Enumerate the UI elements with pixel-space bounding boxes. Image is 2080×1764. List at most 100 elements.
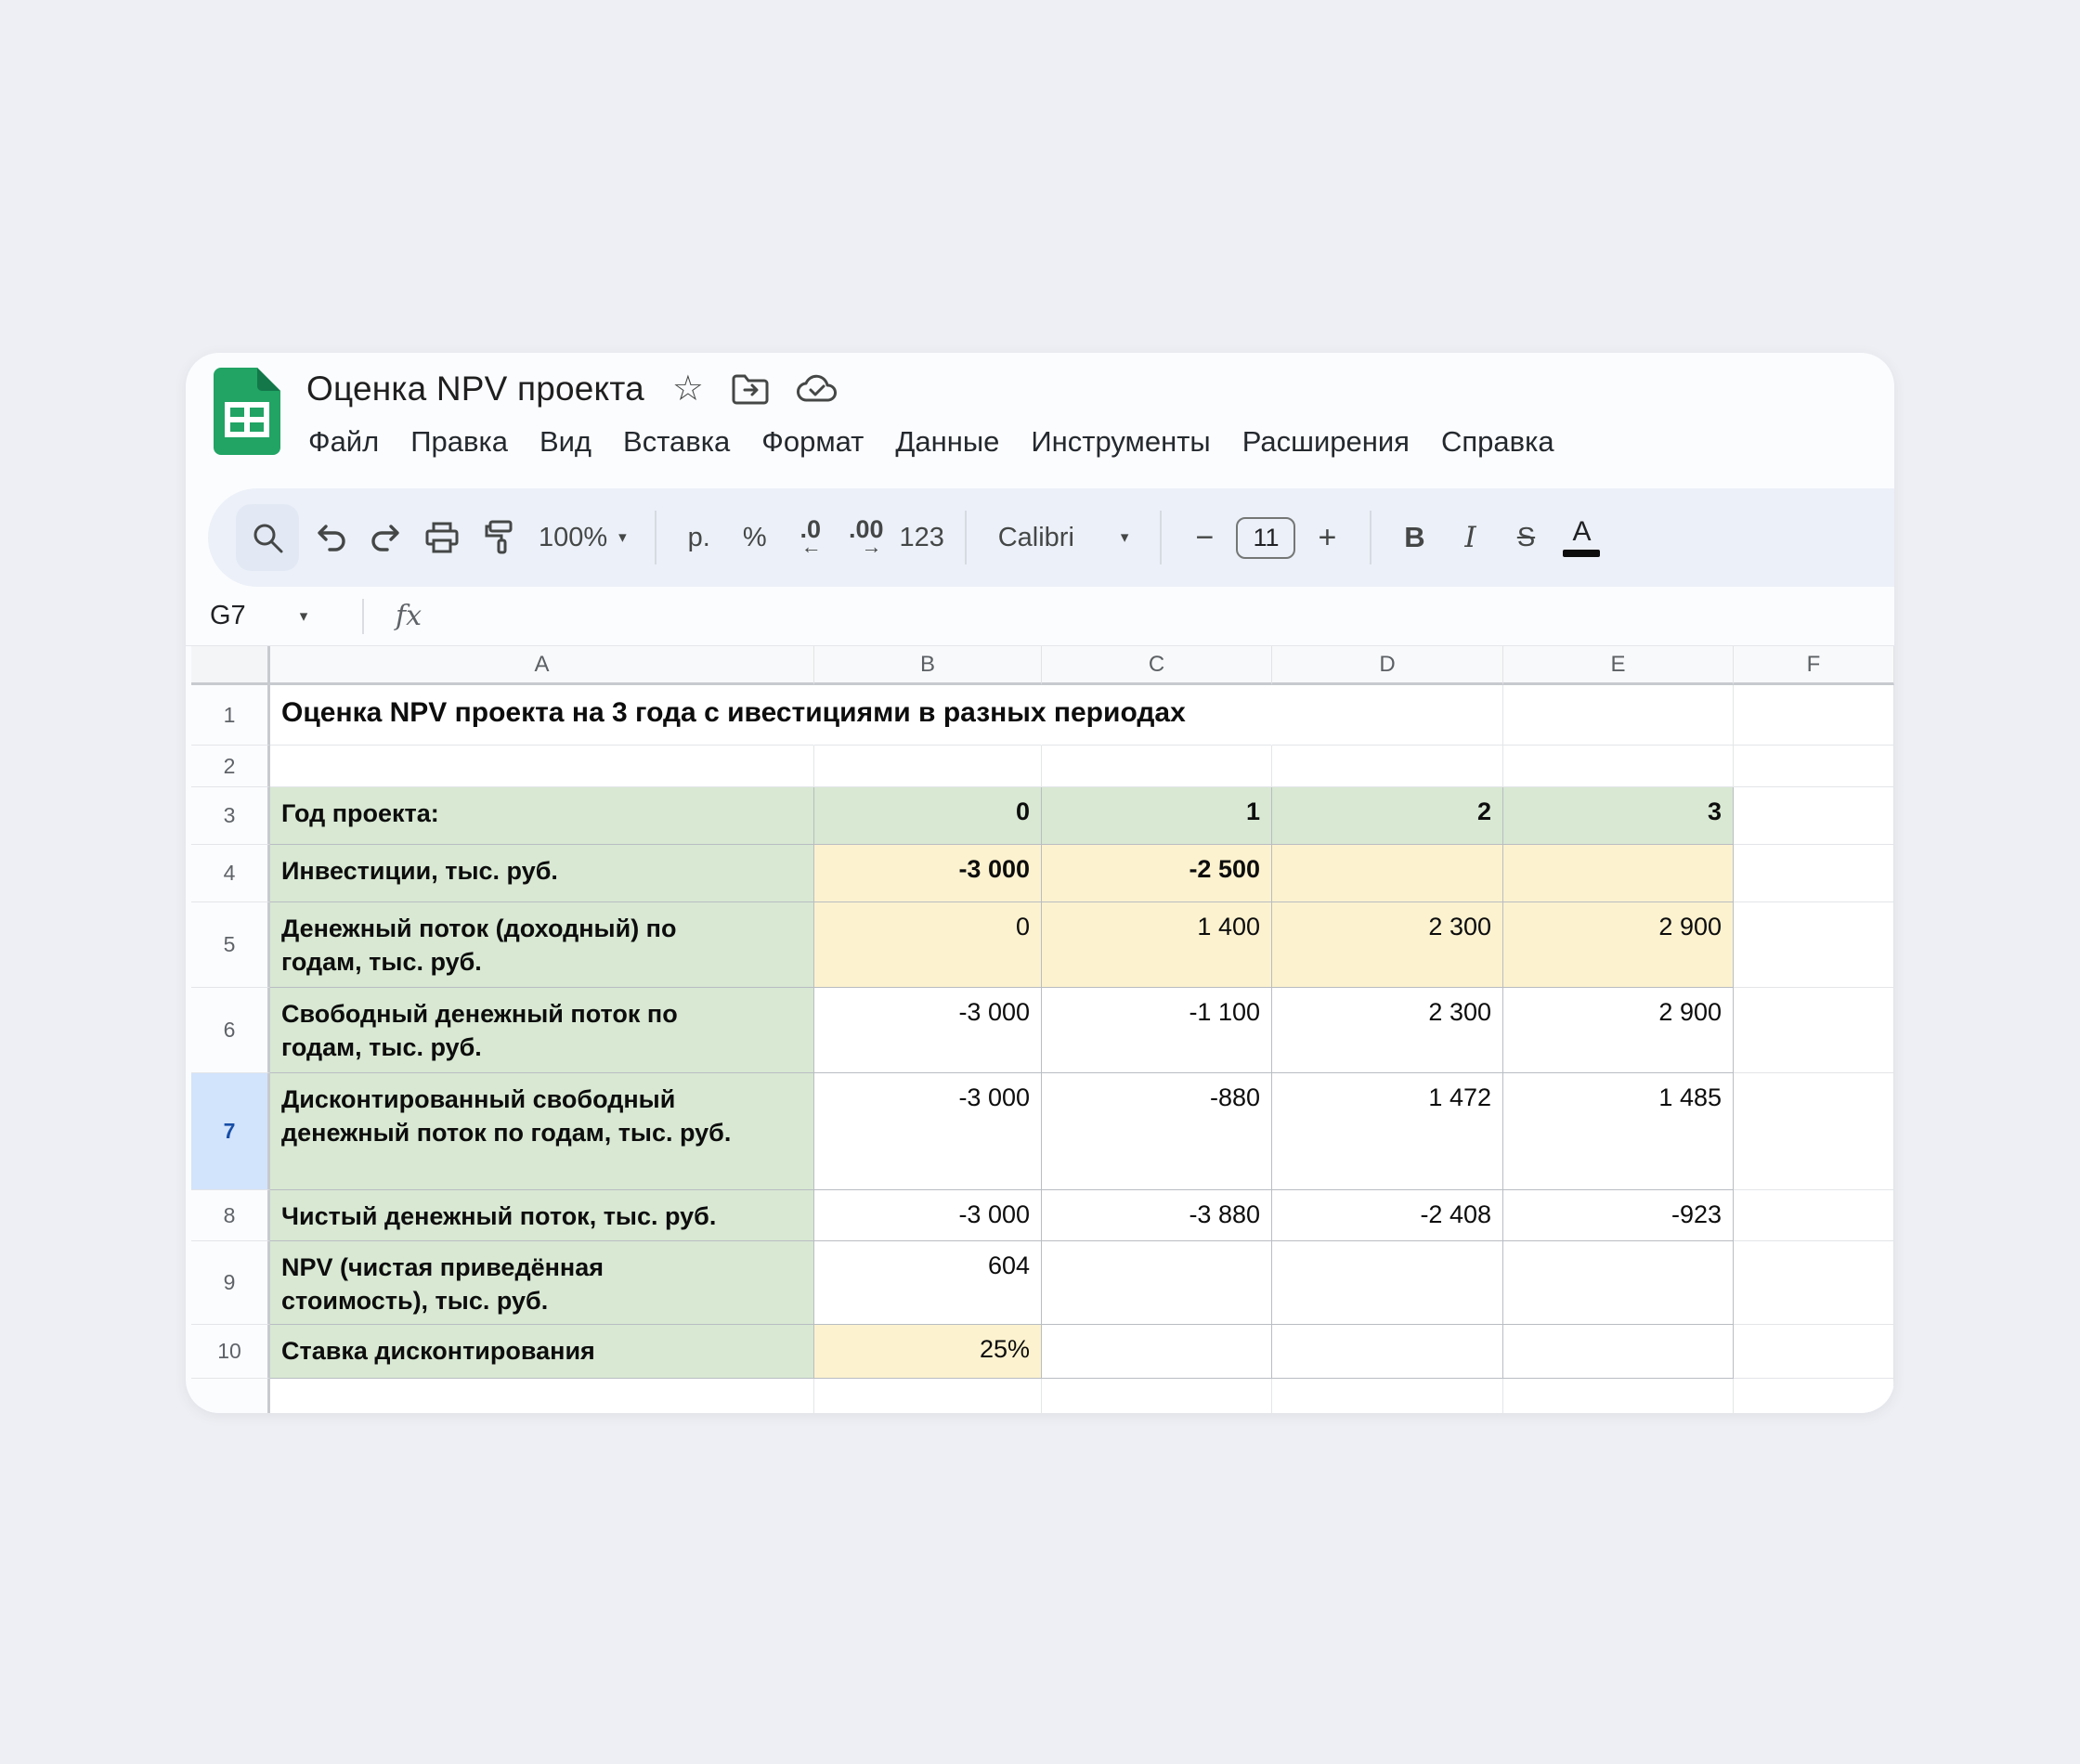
cell-D5[interactable]: 2 300 (1272, 902, 1503, 988)
cell-C7[interactable]: -880 (1042, 1073, 1272, 1190)
cell-A3[interactable]: Год проекта: (270, 787, 814, 845)
cell-D9[interactable] (1272, 1241, 1503, 1325)
decrease-decimal-button[interactable]: .0 ← (786, 504, 835, 571)
increase-font-size-button[interactable]: + (1303, 504, 1351, 571)
font-select[interactable]: Calibri ▾ (985, 504, 1142, 571)
cell-E6[interactable]: 2 900 (1503, 988, 1734, 1073)
text-color-button[interactable]: A (1557, 504, 1606, 571)
cell-C3[interactable]: 1 (1042, 787, 1272, 845)
cell-B5[interactable]: 0 (814, 902, 1042, 988)
cell-F6[interactable] (1734, 988, 1894, 1073)
menu-file[interactable]: Файл (308, 425, 379, 459)
cell-C11[interactable] (1042, 1379, 1272, 1413)
cell-F4[interactable] (1734, 845, 1894, 902)
row-header-10[interactable]: 10 (191, 1325, 270, 1379)
cell-F2[interactable] (1734, 746, 1894, 787)
cell-A5[interactable]: Денежный поток (доходный) по годам, тыс.… (270, 902, 814, 988)
column-header-B[interactable]: B (814, 646, 1042, 685)
column-header-E[interactable]: E (1503, 646, 1734, 685)
cell-A6[interactable]: Свободный денежный поток по годам, тыс. … (270, 988, 814, 1073)
menu-edit[interactable]: Правка (410, 425, 508, 459)
cell-B9[interactable]: 604 (814, 1241, 1042, 1325)
select-all-corner[interactable] (191, 646, 270, 685)
print-icon[interactable] (418, 504, 466, 571)
cell-A10[interactable]: Ставка дисконтирования (270, 1325, 814, 1379)
cell-A1[interactable]: Оценка NPV проекта на 3 года с ивестиция… (270, 685, 814, 746)
column-header-D[interactable]: D (1272, 646, 1503, 685)
more-formats-button[interactable]: 123 (898, 504, 946, 571)
cell-C9[interactable] (1042, 1241, 1272, 1325)
undo-icon[interactable] (306, 504, 355, 571)
document-title[interactable]: Оценка NPV проекта (306, 370, 644, 409)
cell-B7[interactable]: -3 000 (814, 1073, 1042, 1190)
cell-E10[interactable] (1503, 1325, 1734, 1379)
cell-E2[interactable] (1503, 746, 1734, 787)
row-header-5[interactable]: 5 (191, 902, 270, 988)
menu-data[interactable]: Данные (895, 425, 999, 459)
menu-tools[interactable]: Инструменты (1031, 425, 1210, 459)
cell-B10[interactable]: 25% (814, 1325, 1042, 1379)
row-header-4[interactable]: 4 (191, 845, 270, 902)
cell-D6[interactable]: 2 300 (1272, 988, 1503, 1073)
increase-decimal-button[interactable]: .00 → (842, 504, 890, 571)
star-icon[interactable]: ☆ (672, 371, 704, 407)
cell-B3[interactable]: 0 (814, 787, 1042, 845)
column-header-C[interactable]: C (1042, 646, 1272, 685)
row-header-2[interactable]: 2 (191, 746, 270, 787)
cell-E11[interactable] (1503, 1379, 1734, 1413)
row-header-1[interactable]: 1 (191, 685, 270, 746)
cell-D3[interactable]: 2 (1272, 787, 1503, 845)
row-header-8[interactable]: 8 (191, 1190, 270, 1241)
cell-B11[interactable] (814, 1379, 1042, 1413)
menu-view[interactable]: Вид (540, 425, 592, 459)
row-header-9[interactable]: 9 (191, 1241, 270, 1325)
bold-button[interactable]: B (1390, 504, 1438, 571)
cell-E3[interactable]: 3 (1503, 787, 1734, 845)
menu-insert[interactable]: Вставка (623, 425, 730, 459)
cell-A11[interactable] (270, 1379, 814, 1413)
search-icon[interactable] (236, 504, 299, 571)
cell-E1[interactable] (1503, 685, 1734, 746)
cell-E4[interactable] (1503, 845, 1734, 902)
cell-F9[interactable] (1734, 1241, 1894, 1325)
cell-A7[interactable]: Дисконтированный свободный денежный пото… (270, 1073, 814, 1190)
row-header-3[interactable]: 3 (191, 787, 270, 845)
cell-A9[interactable]: NPV (чистая приведённая стоимость), тыс.… (270, 1241, 814, 1325)
cell-D8[interactable]: -2 408 (1272, 1190, 1503, 1241)
zoom-select[interactable]: 100% ▾ (529, 504, 636, 571)
cell-C10[interactable] (1042, 1325, 1272, 1379)
cell-F8[interactable] (1734, 1190, 1894, 1241)
italic-button[interactable]: I (1446, 504, 1494, 571)
cell-B8[interactable]: -3 000 (814, 1190, 1042, 1241)
redo-icon[interactable] (362, 504, 410, 571)
sheets-logo-icon[interactable] (214, 368, 280, 455)
menu-format[interactable]: Формат (761, 425, 864, 459)
cell-C4[interactable]: -2 500 (1042, 845, 1272, 902)
row-header-7-selected[interactable]: 7 (191, 1073, 270, 1190)
cell-A2[interactable] (270, 746, 814, 787)
font-size-input[interactable]: 11 (1236, 504, 1295, 571)
percent-format-button[interactable]: % (731, 504, 779, 571)
cell-F1[interactable] (1734, 685, 1894, 746)
cell-D10[interactable] (1272, 1325, 1503, 1379)
cell-B6[interactable]: -3 000 (814, 988, 1042, 1073)
cell-F11[interactable] (1734, 1379, 1894, 1413)
cell-C5[interactable]: 1 400 (1042, 902, 1272, 988)
cell-C6[interactable]: -1 100 (1042, 988, 1272, 1073)
cell-D11[interactable] (1272, 1379, 1503, 1413)
column-header-A[interactable]: A (270, 646, 814, 685)
row-header-6[interactable]: 6 (191, 988, 270, 1073)
cell-F3[interactable] (1734, 787, 1894, 845)
cell-C8[interactable]: -3 880 (1042, 1190, 1272, 1241)
cell-E9[interactable] (1503, 1241, 1734, 1325)
cell-D4[interactable] (1272, 845, 1503, 902)
cloud-saved-icon[interactable] (797, 374, 838, 404)
currency-format-button[interactable]: р. (675, 504, 723, 571)
cell-A4[interactable]: Инвестиции, тыс. руб. (270, 845, 814, 902)
cell-F7[interactable] (1734, 1073, 1894, 1190)
decrease-font-size-button[interactable]: − (1180, 504, 1228, 571)
menu-extensions[interactable]: Расширения (1242, 425, 1410, 459)
strikethrough-button[interactable]: S (1502, 504, 1550, 571)
cell-B4[interactable]: -3 000 (814, 845, 1042, 902)
cell-C2[interactable] (1042, 746, 1272, 787)
